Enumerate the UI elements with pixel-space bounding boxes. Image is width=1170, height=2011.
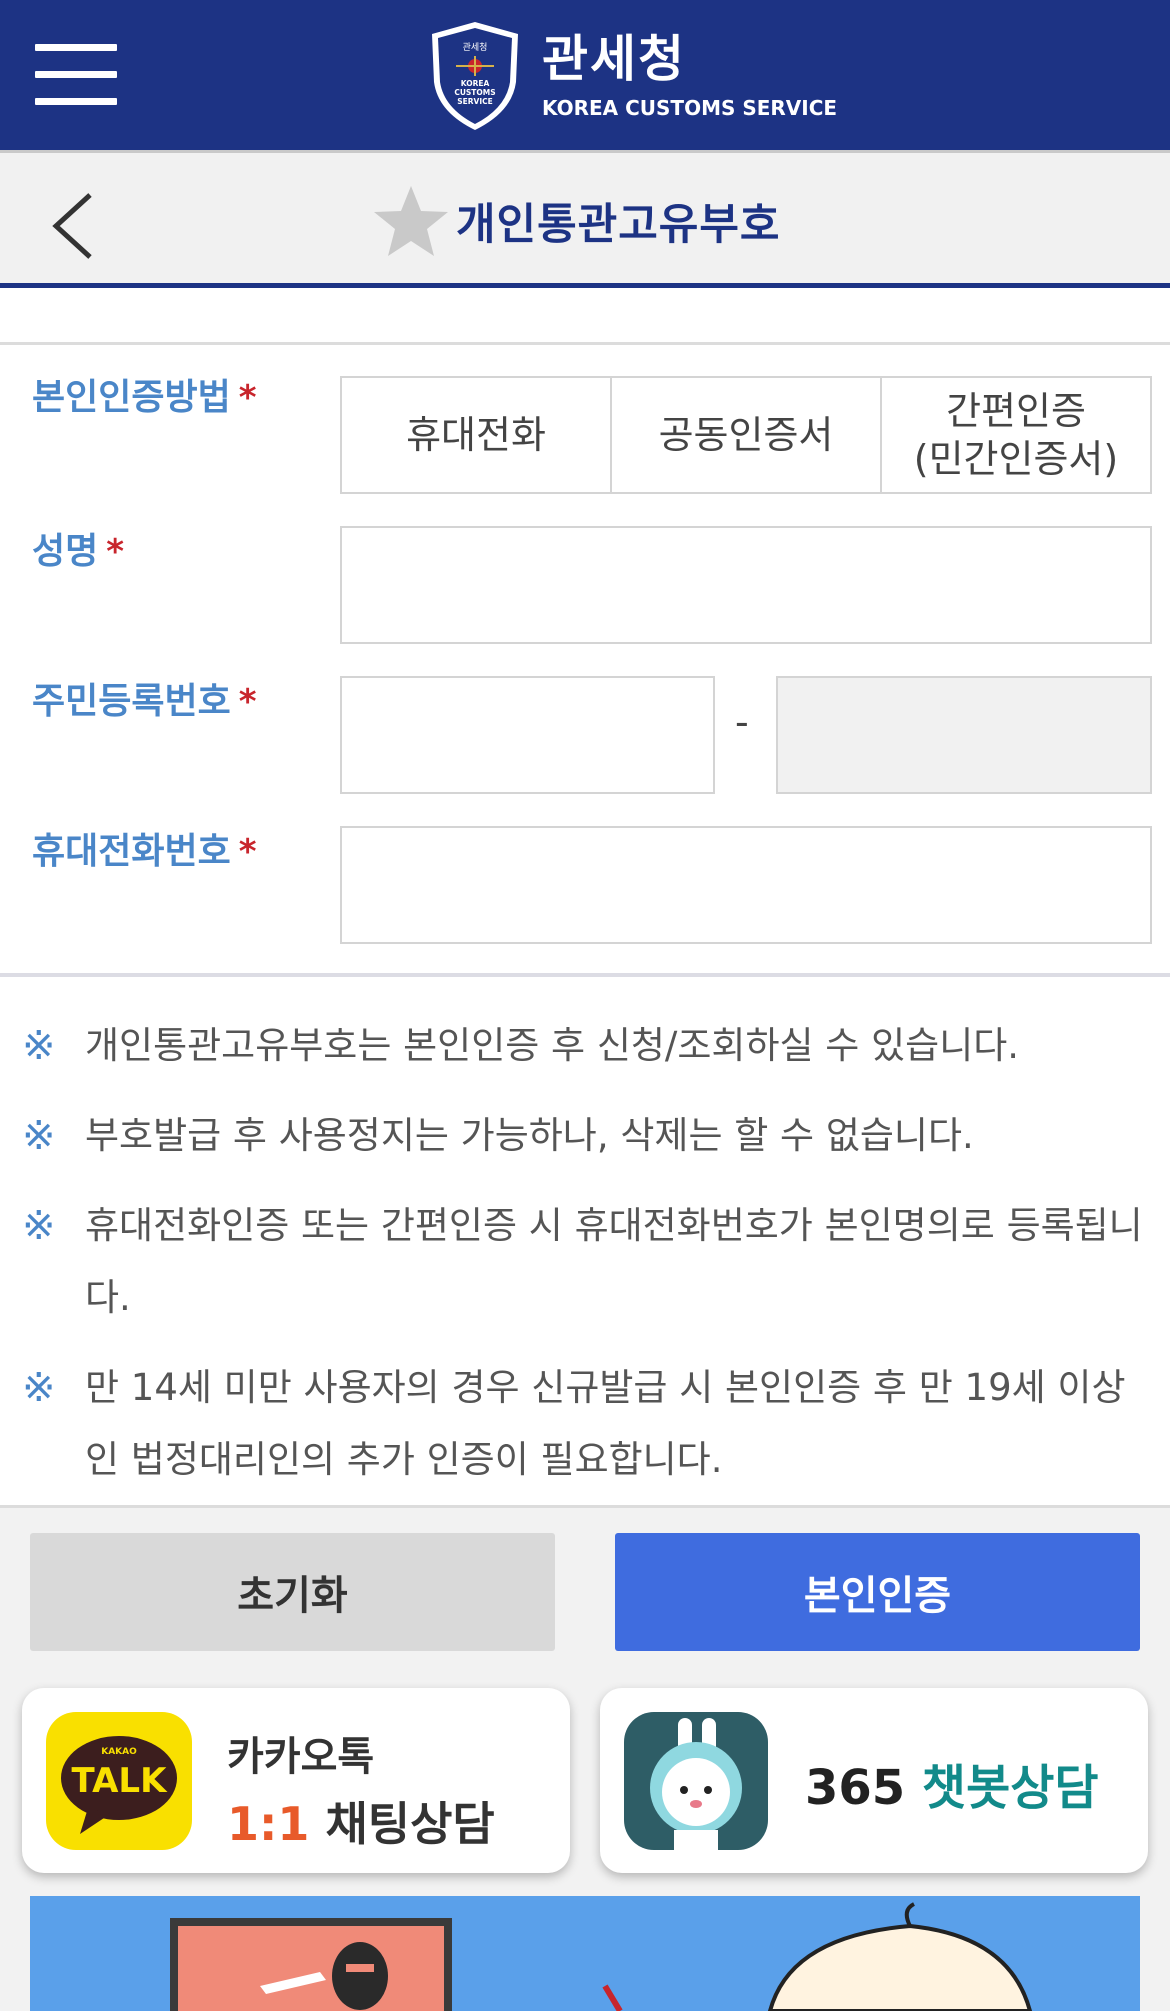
kakao-chat-card[interactable]: KAKAO TALK 카카오톡 1:1 채팅상담 — [22, 1688, 570, 1873]
title-bar: 개인통관고유부호 — [0, 150, 1170, 288]
page-title: 개인통관고유부호 — [456, 200, 781, 250]
notice-text: 개인통관고유부호는 본인인증 후 신청/조회하실 수 있습니다. — [85, 1024, 1020, 1067]
chatbot-dark-text: 상담 — [1010, 1760, 1099, 1816]
kcs-emblem-icon: 관세청 KOREA CUSTOMS SERVICE — [432, 21, 518, 130]
rrn-label-text: 주민등록번호 — [32, 681, 231, 722]
name-field[interactable] — [340, 526, 1152, 644]
rrn-back-field[interactable] — [776, 676, 1152, 794]
rrn-label: 주민등록번호 * — [32, 672, 257, 724]
logo-english: KOREA CUSTOMS SERVICE — [542, 95, 838, 120]
name-label: 성명 * — [32, 522, 124, 574]
auth-method-selector: 휴대전화 공동인증서 간편인증 (민간인증서) — [340, 376, 1152, 494]
form-divider — [0, 973, 1170, 977]
emblem-text-2: CUSTOMS — [454, 88, 495, 97]
rrn-front-field[interactable] — [340, 676, 715, 794]
emblem-text-1: KOREA — [461, 79, 490, 88]
kakao-sub-number: 1:1 — [227, 1797, 310, 1851]
logo-korean: 관세청 — [542, 29, 686, 88]
phone-label: 휴대전화번호 * — [32, 822, 257, 874]
favorite-star-icon[interactable] — [372, 184, 450, 258]
rrn-separator: - — [735, 700, 749, 744]
kakao-title: 카카오톡 — [227, 1734, 375, 1780]
rabbit-chatbot-icon — [624, 1712, 768, 1850]
kakao-subtitle: 1:1 채팅상담 — [227, 1788, 495, 1854]
app-header: 관세청 KOREA CUSTOMS SERVICE 관세청 KOREA CUST… — [0, 0, 1170, 150]
phone-label-text: 휴대전화번호 — [32, 831, 231, 872]
notice-item: ※ 만 14세 미만 사용자의 경우 신규발급 시 본인인증 후 만 19세 이상… — [20, 1352, 1155, 1496]
required-mark: * — [238, 378, 257, 418]
menu-icon[interactable] — [35, 44, 117, 105]
notice-text: 만 14세 미만 사용자의 경우 신규발급 시 본인인증 후 만 19세 이상인… — [85, 1366, 1126, 1481]
auth-option-certificate[interactable]: 공동인증서 — [612, 378, 882, 492]
back-arrow-icon[interactable] — [50, 191, 100, 261]
banner-illustration-icon — [170, 1902, 1033, 2011]
kakao-talk-text: TALK — [72, 1761, 169, 1801]
notice-item: ※ 부호발급 후 사용정지는 가능하나, 삭제는 할 수 없습니다. — [20, 1100, 1155, 1172]
title-wrap: 개인통관고유부호 — [372, 181, 780, 261]
kakao-small-text: KAKAO — [101, 1747, 137, 1757]
chatbot-number: 365 — [805, 1760, 906, 1816]
kakaotalk-icon: KAKAO TALK — [46, 1712, 192, 1850]
reference-mark-icon: ※ — [22, 1365, 56, 1411]
emblem-text-3: SERVICE — [457, 97, 493, 106]
auth-method-label: 본인인증방법 * — [32, 368, 257, 420]
reference-mark-icon: ※ — [22, 1113, 56, 1159]
phone-field[interactable] — [340, 826, 1152, 944]
required-mark: * — [238, 832, 257, 872]
chatbot-teal-text: 챗봇 — [921, 1760, 1011, 1816]
auth-method-label-text: 본인인증방법 — [32, 377, 231, 418]
auth-option-simple[interactable]: 간편인증 (민간인증서) — [882, 378, 1150, 492]
notice-text: 휴대전화인증 또는 간편인증 시 휴대전화번호가 본인명의로 등록됩니다. — [85, 1204, 1143, 1319]
verify-identity-button[interactable]: 본인인증 — [615, 1533, 1140, 1651]
chatbot-text: 365 챗봇상담 — [805, 1748, 1099, 1818]
auth-option-simple-label: 간편인증 (민간인증서) — [913, 389, 1119, 481]
kakao-sub-text: 채팅상담 — [325, 1797, 495, 1851]
notice-item: ※ 개인통관고유부호는 본인인증 후 신청/조회하실 수 있습니다. — [20, 1010, 1155, 1082]
reference-mark-icon: ※ — [22, 1023, 56, 1069]
chatbot-card[interactable]: 365 챗봇상담 — [600, 1688, 1148, 1873]
emblem-top-text: 관세청 — [463, 42, 488, 53]
divider — [0, 342, 1170, 345]
kcs-logo[interactable]: 관세청 KOREA CUSTOMS SERVICE 관세청 KOREA CUST… — [428, 18, 837, 133]
reset-button[interactable]: 초기화 — [30, 1533, 555, 1651]
promo-banner[interactable] — [30, 1896, 1140, 2011]
notice-list: ※ 개인통관고유부호는 본인인증 후 신청/조회하실 수 있습니다. ※ 부호발급 … — [20, 1010, 1155, 1514]
required-mark: * — [238, 682, 257, 722]
required-mark: * — [106, 532, 125, 572]
auth-option-phone[interactable]: 휴대전화 — [342, 378, 612, 492]
notice-text: 부호발급 후 사용정지는 가능하나, 삭제는 할 수 없습니다. — [85, 1114, 974, 1157]
logo-text: 관세청 KOREA CUSTOMS SERVICE — [542, 31, 837, 121]
name-label-text: 성명 — [32, 531, 99, 572]
notice-item: ※ 휴대전화인증 또는 간편인증 시 휴대전화번호가 본인명의로 등록됩니다. — [20, 1190, 1155, 1334]
reference-mark-icon: ※ — [22, 1203, 56, 1249]
